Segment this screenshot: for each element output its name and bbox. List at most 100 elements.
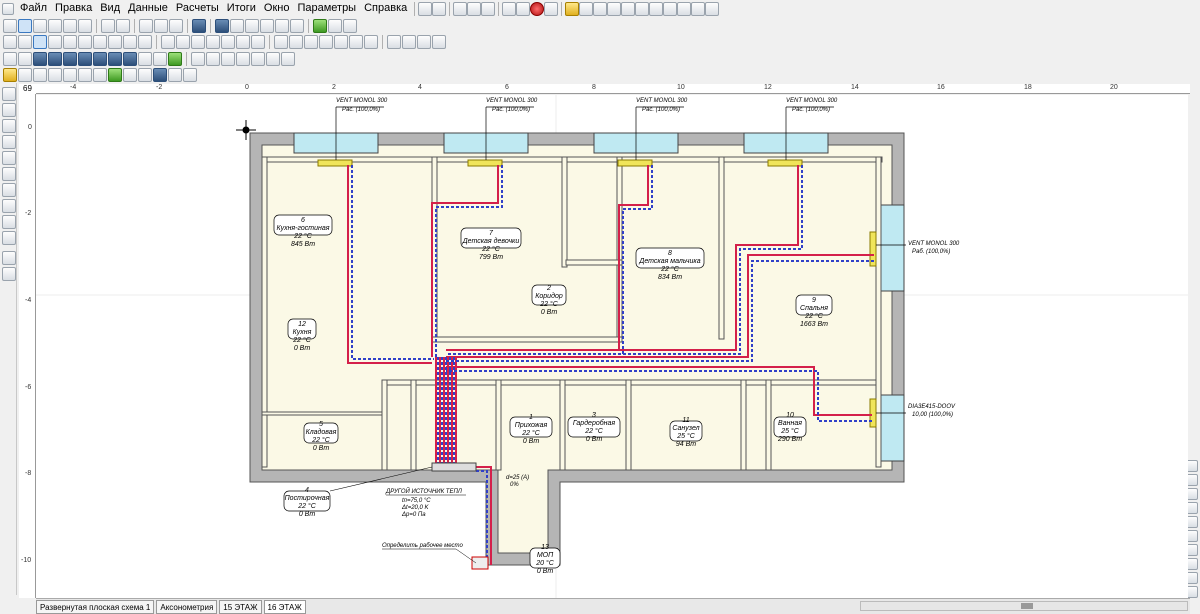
select-icon[interactable]	[18, 18, 32, 33]
lock-icon[interactable]	[593, 1, 608, 16]
sort-icon[interactable]	[251, 51, 265, 66]
zoom-out-icon[interactable]	[93, 34, 107, 49]
zoom-window-icon[interactable]	[108, 34, 122, 49]
zoom-prev-icon[interactable]	[123, 34, 137, 49]
window-icon[interactable]	[101, 18, 115, 33]
export-icon[interactable]	[275, 18, 289, 33]
stop-icon[interactable]	[530, 1, 545, 16]
open-doc-icon[interactable]	[2, 103, 16, 117]
redo-icon[interactable]	[432, 1, 447, 16]
new-icon[interactable]	[3, 18, 17, 33]
checkbox-9[interactable]	[123, 51, 137, 66]
page9-icon[interactable]	[168, 67, 182, 82]
room-4[interactable]: 4 Постирочная 22 °C 0 Вт	[283, 487, 331, 518]
checkbox-2[interactable]	[18, 51, 32, 66]
room-9[interactable]: 9 Спальня 22 °C 1663 Вт	[795, 294, 833, 328]
rect-icon[interactable]	[3, 34, 17, 49]
dimensions-icon[interactable]	[206, 34, 220, 49]
page6-icon[interactable]	[93, 67, 107, 82]
leader-icon[interactable]	[402, 34, 416, 49]
snap-icon[interactable]	[176, 34, 190, 49]
folder-icon[interactable]	[565, 1, 580, 16]
columns-icon[interactable]	[48, 18, 62, 33]
marker-icon[interactable]	[108, 67, 122, 82]
valve-icon[interactable]	[304, 34, 318, 49]
doc-icon[interactable]	[2, 251, 16, 265]
horizontal-scrollbar[interactable]	[860, 601, 1188, 611]
step-icon[interactable]	[260, 18, 274, 33]
grid-icon[interactable]	[621, 1, 636, 16]
zoom-in-icon[interactable]	[78, 34, 92, 49]
manifold-icon[interactable]	[334, 34, 348, 49]
menu-results[interactable]: Итоги	[223, 0, 260, 17]
delete-icon[interactable]	[481, 1, 496, 16]
copy-icon[interactable]	[467, 1, 482, 16]
undo-icon[interactable]	[418, 1, 433, 16]
drawing-canvas[interactable]: VENT MONOL 300 Рас. (100,0%) VENT MONOL …	[36, 95, 1188, 598]
detail-view-icon[interactable]	[206, 51, 220, 66]
rotate-icon[interactable]	[677, 1, 692, 16]
pointer-icon[interactable]	[33, 34, 47, 49]
help-icon[interactable]	[544, 1, 559, 16]
app-icon[interactable]	[2, 2, 14, 15]
play-icon[interactable]	[245, 18, 259, 33]
menu-file[interactable]: Файл	[16, 0, 51, 17]
hatch-icon[interactable]	[417, 34, 431, 49]
floor-plan[interactable]: VENT MONOL 300 Рас. (100,0%) VENT MONOL …	[36, 95, 1188, 598]
measure-icon[interactable]	[691, 1, 706, 16]
page-icon[interactable]	[18, 67, 32, 82]
heat-source[interactable]	[471, 556, 489, 570]
group-icon[interactable]	[266, 51, 280, 66]
text-icon[interactable]	[78, 18, 92, 33]
preview-icon[interactable]	[2, 151, 16, 165]
heat-source-label[interactable]: ДРУГОЙ ИСТОЧНИК ТЕПЛ tп=75,0 °C Δt=20,0 …	[385, 487, 466, 518]
layer-on-icon[interactable]	[168, 51, 182, 66]
schema-icon[interactable]	[154, 18, 168, 33]
page4-icon[interactable]	[63, 67, 77, 82]
zoom-all-icon[interactable]	[138, 34, 152, 49]
radiator-3[interactable]	[617, 159, 653, 167]
cut-icon[interactable]	[453, 1, 468, 16]
checkbox-4[interactable]	[48, 51, 62, 66]
checkbox-6[interactable]	[78, 51, 92, 66]
table-icon[interactable]	[63, 18, 77, 33]
wall-icon[interactable]	[221, 34, 235, 49]
page8-icon[interactable]	[138, 67, 152, 82]
radiator-2[interactable]	[467, 159, 503, 167]
scissors-icon[interactable]	[432, 34, 446, 49]
page10-icon[interactable]	[183, 67, 197, 82]
scrollbar-thumb[interactable]	[1021, 603, 1033, 609]
fitting-icon[interactable]	[319, 34, 333, 49]
options-icon[interactable]	[343, 18, 357, 33]
checkbox-8[interactable]	[108, 51, 122, 66]
boiler-icon[interactable]	[349, 34, 363, 49]
checkbox-5[interactable]	[63, 51, 77, 66]
menu-calculations[interactable]: Расчеты	[172, 0, 223, 17]
radiator-icon[interactable]	[274, 34, 288, 49]
tab-floor-16[interactable]: 16 ЭТАЖ	[263, 599, 306, 614]
radiator-6[interactable]	[869, 398, 877, 428]
people-icon[interactable]	[2, 231, 16, 245]
calc-icon[interactable]	[290, 18, 304, 33]
pump-icon[interactable]	[364, 34, 378, 49]
printer-icon[interactable]	[2, 167, 16, 181]
tab-axonometry[interactable]: Аксонометрия	[156, 599, 218, 614]
page7-icon[interactable]	[123, 67, 137, 82]
save-icon[interactable]	[607, 1, 622, 16]
list-view-icon[interactable]	[191, 51, 205, 66]
flip-icon[interactable]	[663, 1, 678, 16]
door-icon[interactable]	[236, 34, 250, 49]
graph-icon[interactable]	[139, 18, 153, 33]
zoom-icon[interactable]	[63, 34, 77, 49]
menu-help[interactable]: Справка	[360, 0, 411, 17]
tab-floor-15[interactable]: 15 ЭТАЖ	[219, 599, 262, 614]
ortho-icon[interactable]	[191, 34, 205, 49]
workplace-note[interactable]: Определить рабочее место	[382, 543, 477, 564]
clipboard-icon[interactable]	[2, 267, 16, 281]
slider-icon[interactable]	[153, 67, 167, 82]
tab-flat-scheme[interactable]: Развернутая плоская схема 1	[36, 599, 155, 614]
properties-icon[interactable]	[161, 34, 175, 49]
tree-view-icon[interactable]	[236, 51, 250, 66]
report-icon[interactable]	[215, 18, 229, 33]
manifold[interactable]	[431, 462, 477, 472]
